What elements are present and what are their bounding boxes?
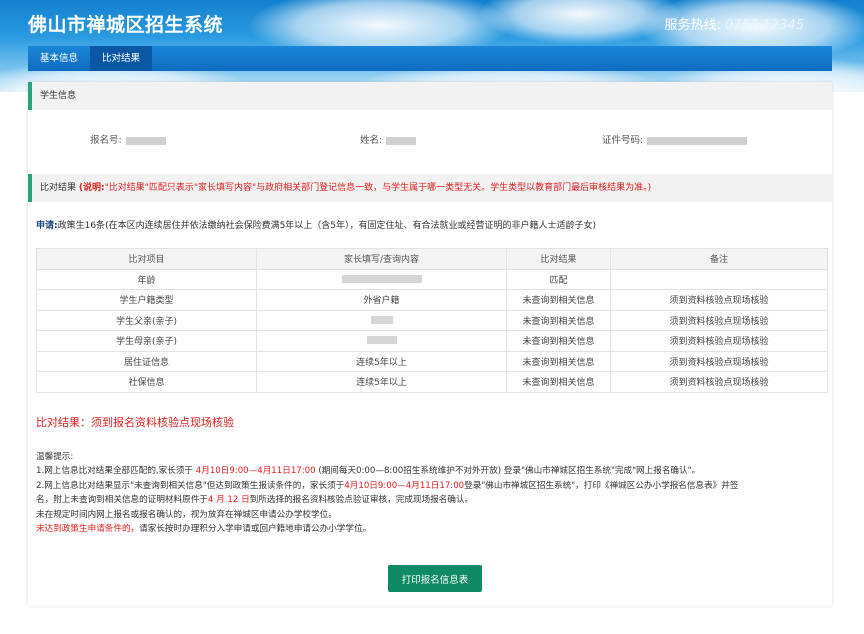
cell-result: 未查询到相关信息 (506, 350, 611, 372)
tab-compare-result[interactable]: 比对结果 (90, 46, 153, 71)
cell-item: 居住证信息 (36, 350, 257, 372)
apply-text: 政策生16条(在本区内连续居住并依法缴纳社会保险费满5年以上（含5年），有固定住… (57, 221, 597, 231)
cell-remark: 须到资料核验点现场核验 (610, 289, 828, 311)
cell-result: 未查询到相关信息 (506, 330, 611, 352)
cell-content: 外省户籍 (256, 289, 507, 311)
cell-content: 连续5年以上 (256, 350, 507, 372)
apply-label: 申请: (36, 221, 58, 231)
cell-result: 未查询到相关信息 (506, 289, 611, 311)
cell-remark (610, 268, 828, 290)
tips-line-1: 1.网上信息比对结果全部匹配的,家长须于 4月10日9:00—4月11日17:0… (36, 466, 701, 477)
table-row: 学生母亲(亲子) 未查询到相关信息 须到资料核验点现场核验 (36, 330, 828, 352)
cell-item: 社保信息 (36, 371, 257, 393)
cell-result: 未查询到相关信息 (506, 309, 611, 331)
cell-content (256, 330, 507, 352)
table-header-row: 比对项目 家长填写/查询内容 比对结果 备注 (36, 248, 828, 270)
nav-bar: 基本信息 比对结果 (28, 46, 832, 71)
hotline-number: 0757-12345 (724, 18, 804, 33)
cell-result: 匹配 (506, 268, 611, 290)
cell-item: 学生母亲(亲子) (36, 330, 257, 352)
cell-result: 未查询到相关信息 (506, 371, 611, 393)
student-info-header: 学生信息 (28, 82, 832, 110)
compare-result-title: 比对结果 (40, 183, 77, 193)
field-id-number: 证件号码: (602, 132, 748, 146)
redacted-value (370, 315, 393, 324)
table-row: 居住证信息 连续5年以上 未查询到相关信息 须到资料核验点现场核验 (36, 350, 828, 372)
table-row: 年龄 匹配 (36, 268, 828, 290)
tips-line-3: 名，附上未查询到相关信息的证明材料原件于4 月 12 日到所选择的报名资料核验点… (36, 495, 474, 506)
cell-remark: 须到资料核验点现场核验 (610, 309, 828, 331)
site-title: 佛山市禅城区招生系统 (28, 14, 224, 36)
cell-item: 学生户籍类型 (36, 289, 257, 311)
column-header: 比对项目 (36, 248, 257, 270)
cell-item: 学生父亲(亲子) (36, 309, 257, 331)
column-header: 备注 (610, 248, 828, 270)
redacted-value (341, 274, 422, 283)
tips-title: 温馨提示: (36, 452, 74, 462)
column-header: 家长填写/查询内容 (256, 248, 507, 270)
table-row: 社保信息 连续5年以上 未查询到相关信息 须到资料核验点现场核验 (36, 371, 828, 393)
hotline: 服务热线: 0757-12345 (664, 14, 804, 33)
compare-result-header: 比对结果 (说明:"比对结果"匹配只表示"家长填写内容"与政府相关部门登记信息一… (28, 174, 832, 202)
tips-block: 温馨提示: 1.网上信息比对结果全部匹配的,家长须于 4月10日9:00—4月1… (36, 450, 826, 536)
redacted-value (366, 336, 397, 345)
hotline-label: 服务热线: (664, 18, 721, 33)
print-registration-button[interactable]: 打印报名信息表 (388, 565, 482, 592)
apply-line: 申请:政策生16条(在本区内连续居住并依法缴纳社会保险费满5年以上（含5年），有… (36, 218, 596, 231)
redacted-value (647, 136, 748, 145)
tab-basic-info[interactable]: 基本信息 (28, 46, 90, 71)
cell-content (256, 268, 507, 290)
tips-line-4: 未在规定时间内网上报名或报名确认的，视为放弃在禅城区申请公办学校学位。 (36, 509, 337, 520)
table-row: 学生父亲(亲子) 未查询到相关信息 须到资料核验点现场核验 (36, 309, 828, 331)
compare-note: (说明:"比对结果"匹配只表示"家长填写内容"与政府相关部门登记信息一致，与学生… (78, 183, 652, 193)
tips-line-5: 未达到政策生申请条件的，请家长按时办理积分入学申请或回户籍地申请公办小学学位。 (36, 524, 372, 535)
tips-line-2: 2.网上信息比对结果显示"未查询到相关信息"但达到政策生报读条件的，家长须于4月… (36, 480, 739, 491)
field-name: 姓名: (360, 132, 417, 146)
cell-content (256, 309, 507, 331)
main-card: 学生信息 报名号: 姓名: 证件号码: 比对结果 (说明:"比对结果"匹配只表示… (28, 82, 832, 606)
cell-item: 年龄 (36, 268, 257, 290)
column-header: 比对结果 (506, 248, 611, 270)
redacted-value (125, 136, 166, 145)
compare-table: 比对项目 家长填写/查询内容 比对结果 备注 年龄 匹配 学生户籍类型 外省户籍… (36, 248, 828, 393)
cell-remark: 须到资料核验点现场核验 (610, 371, 828, 393)
cell-remark: 须到资料核验点现场核验 (610, 330, 828, 352)
cell-remark: 须到资料核验点现场核验 (610, 350, 828, 372)
table-row: 学生户籍类型 外省户籍 未查询到相关信息 须到资料核验点现场核验 (36, 289, 828, 311)
field-registration-no: 报名号: (90, 132, 166, 146)
cell-content: 连续5年以上 (256, 371, 507, 393)
overall-result: 比对结果：须到报名资料核验点现场核验 (36, 416, 234, 429)
redacted-value (386, 136, 417, 145)
student-info-title: 学生信息 (40, 91, 77, 101)
